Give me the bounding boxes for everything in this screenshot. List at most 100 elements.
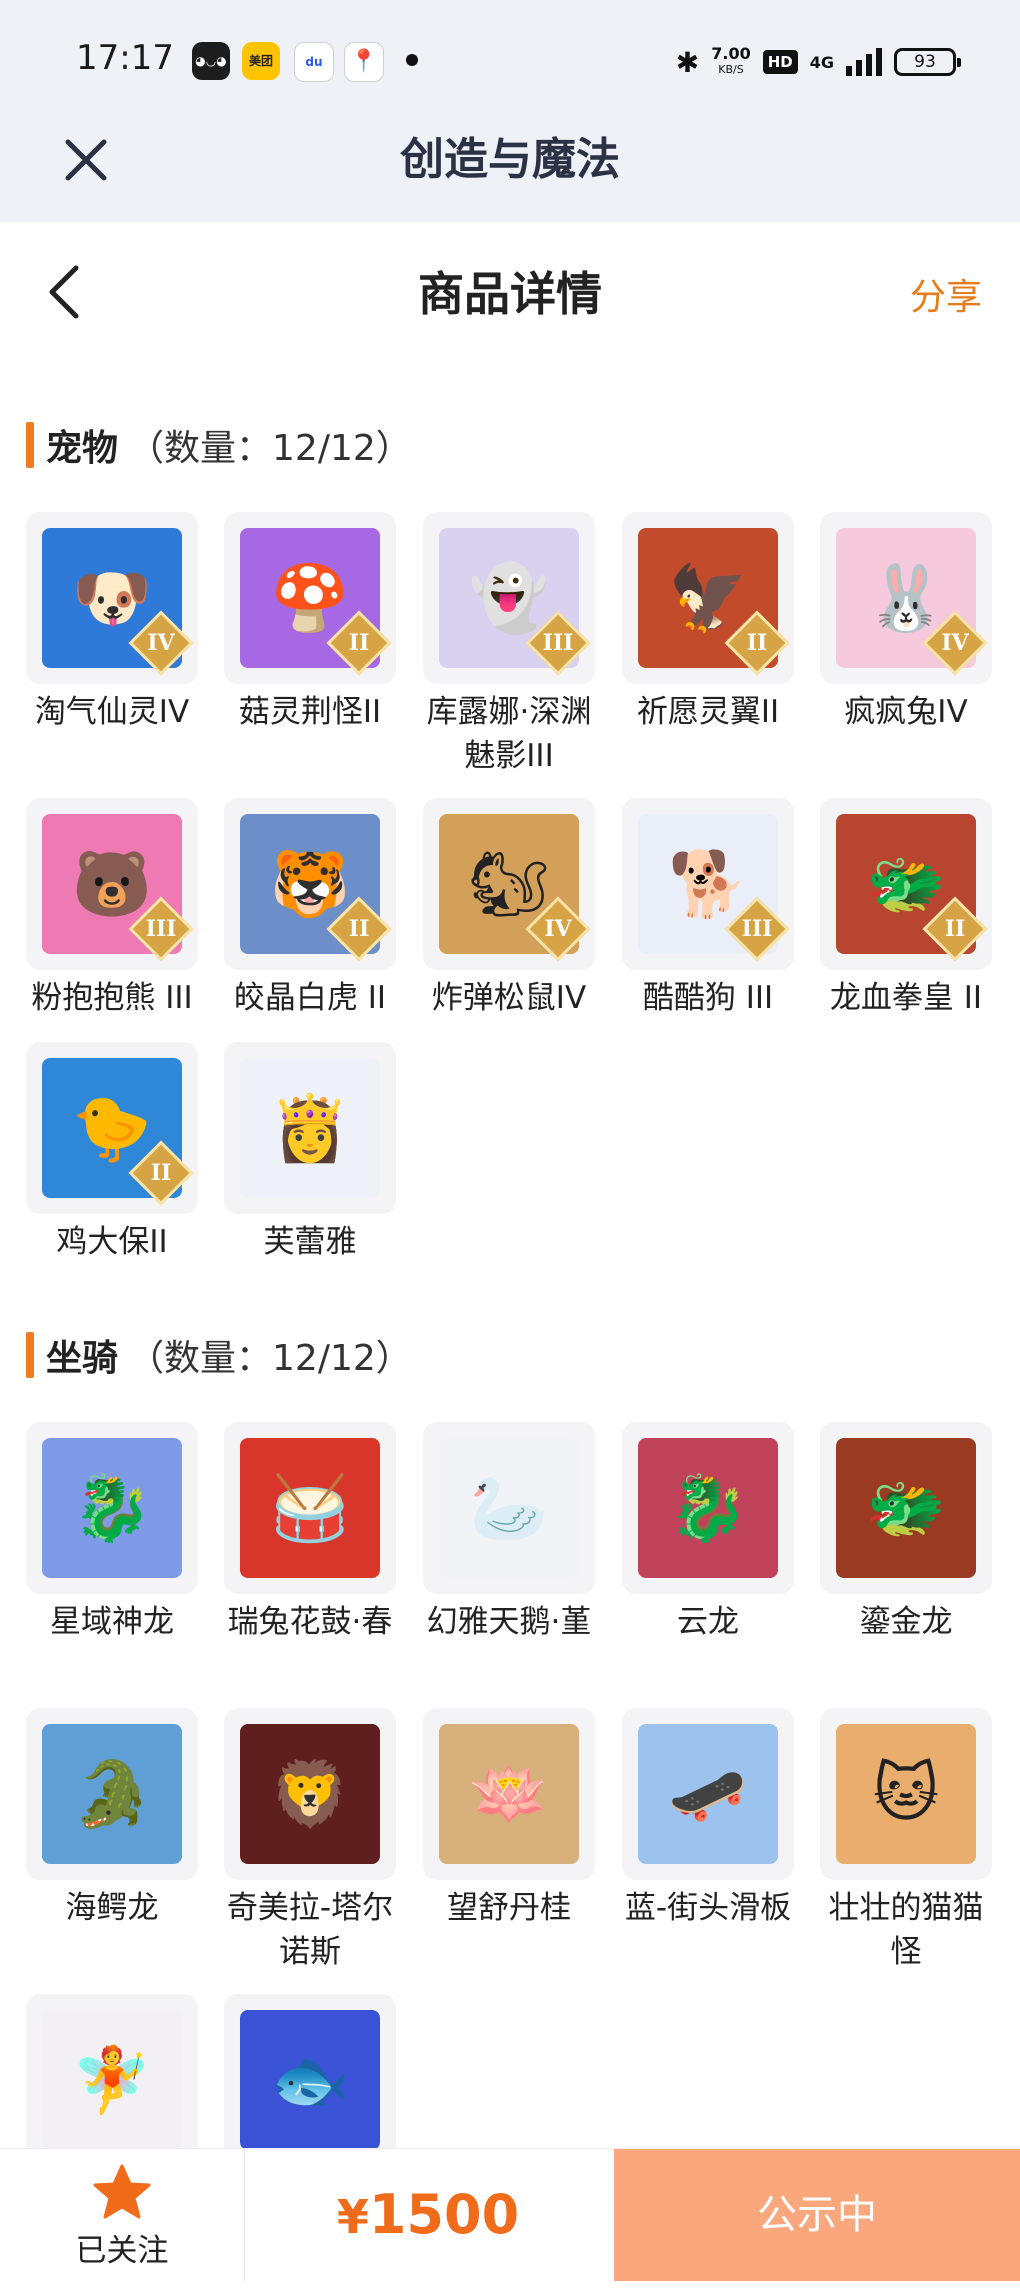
item-name: 祈愿灵翼II [636,694,780,730]
item-name: 星域神龙 [50,1604,174,1640]
item-art-icon: 🦢 [469,1471,549,1546]
map-pin-icon: 📍 [344,42,384,82]
page-header: 商品详情 分享 [0,222,1020,362]
item-card[interactable]: 🐻 III 粉抱抱熊 III [24,798,200,1020]
item-thumbnail: 🐿 IV [423,798,595,970]
item-card[interactable]: 🐲 鎏金龙 [818,1422,994,1644]
item-thumbnail: 🐲 II [820,798,992,970]
item-thumbnail: 🧚 [26,1994,198,2166]
item-thumbnail: 🥁 [224,1422,396,1594]
rank-label: II [150,1160,172,1186]
meituan-app-icon: 美团 [242,42,280,80]
item-card[interactable]: 🐰 IV 疯疯兔IV [818,512,994,734]
item-thumbnail: 🐊 [26,1708,198,1880]
item-name: 奇美拉-塔尔诺斯 [226,1890,394,1970]
network-speed-unit: KB/S [718,63,744,76]
item-thumbnail: 🐲 [820,1422,992,1594]
item-thumbnail: 🐰 IV [820,512,992,684]
network-speed-value: 7.00 [711,44,751,63]
item-card[interactable]: 🦢 幻雅天鹅·堇 [421,1422,597,1644]
item-card[interactable]: 🐉 云龙 [620,1422,796,1644]
item-art-icon: 🐉 [668,1471,748,1546]
bluetooth-icon: ✱ [675,45,700,79]
item-thumbnail: 🐤 II [26,1042,198,1214]
item-art-icon: 🐲 [866,1471,946,1546]
item-card[interactable]: 🥁 瑞兔花鼓·春 [222,1422,398,1644]
item-name: 龙血拳皇 II [829,980,983,1016]
item-thumbnail: 👻 III [423,512,595,684]
item-thumbnail: 🐕 III [622,798,794,970]
status-bar: 17:17 ◕◡◕ 美团 du 📍 ✱ 7.00 KB/S HD 4G 93 [0,0,1020,120]
item-thumbnail: 🐶 IV [26,512,198,684]
item-art-icon: 🐟 [270,2043,350,2118]
item-card[interactable]: 🐿 IV 炸弹松鼠IV [421,798,597,1020]
item-card[interactable]: 🛹 蓝-街头滑板 [620,1708,796,1930]
rank-label: III [145,916,177,942]
item-card[interactable]: 🐤 II 鸡大保II [24,1042,200,1264]
signal-icon [846,48,882,76]
section-count: （数量：12/12） [128,428,412,469]
item-name: 库露娜·深渊魅影III [426,694,592,774]
item-name: 幻雅天鹅·堇 [426,1604,592,1640]
baidu-map-icon: du [294,42,334,82]
item-card[interactable]: 🐯 II 皎晶白虎 II [222,798,398,1020]
item-card[interactable]: 🐶 IV 淘气仙灵IV [24,512,200,734]
price-amount: 1500 [368,2183,520,2246]
item-card[interactable]: 🧚 [24,1994,200,2166]
item-name: 壮壮的猫猫怪 [828,1890,984,1970]
page-title: 商品详情 [418,267,602,321]
app-title: 创造与魔法 [400,134,620,185]
app-bar: 创造与魔法 [0,112,1020,222]
item-card[interactable]: 🐱 壮壮的猫猫怪 [818,1708,994,1974]
item-name: 菇灵荆怪II [238,694,382,730]
rank-label: II [944,916,966,942]
item-card[interactable]: 🐊 海鳄龙 [24,1708,200,1930]
item-art-icon: 🦁 [270,1757,350,1832]
item-name: 芙蕾雅 [263,1224,357,1260]
battery-icon: 93 [894,48,961,76]
item-art-icon: 🪷 [469,1757,549,1832]
public-notice-button[interactable]: 公示中 [614,2149,1020,2281]
battery-level: 93 [914,52,936,72]
star-icon [93,2164,151,2219]
item-name: 云龙 [677,1604,739,1640]
section-header-pets: 宠物 （数量：12/12） [26,420,412,470]
status-time: 17:17 [76,38,174,78]
item-card[interactable]: 👸 芙蕾雅 [222,1042,398,1264]
item-art-icon: 🛹 [668,1757,748,1832]
item-thumbnail: 🐯 II [224,798,396,970]
section-accent [26,422,34,468]
follow-button[interactable]: 已关注 [0,2149,245,2281]
item-card[interactable]: 🪷 望舒丹桂 [421,1708,597,1930]
more-notifications-dot [406,54,418,66]
item-card[interactable]: 🐉 星域神龙 [24,1422,200,1644]
item-card[interactable]: 🐕 III 酷酷狗 III [620,798,796,1020]
item-name: 酷酷狗 III [642,980,774,1016]
item-art-icon: 👸 [270,1091,350,1166]
item-thumbnail: 👸 [224,1042,396,1214]
item-card[interactable]: 🦁 奇美拉-塔尔诺斯 [222,1708,398,1974]
item-card[interactable]: 🍄 II 菇灵荆怪II [222,512,398,734]
status-icons: ✱ 7.00 KB/S HD 4G 93 [675,42,961,82]
item-card[interactable]: 🐲 II 龙血拳皇 II [818,798,994,1020]
price: ¥1500 [244,2149,612,2281]
item-thumbnail: 🐱 [820,1708,992,1880]
item-thumbnail: 🪷 [423,1708,595,1880]
item-card[interactable]: 🦅 II 祈愿灵翼II [620,512,796,734]
section-accent [26,1332,34,1378]
item-thumbnail: 🐟 [224,1994,396,2166]
item-name: 海鳄龙 [65,1890,159,1926]
item-art-icon: 🐊 [72,1757,152,1832]
section-header-mounts: 坐骑 （数量：12/12） [26,1330,412,1380]
item-name: 鸡大保II [56,1224,168,1260]
item-art-icon: 🐉 [72,1471,152,1546]
rank-label: II [746,630,768,656]
section-count: （数量：12/12） [128,1338,412,1379]
rank-label: IV [941,630,969,656]
hd-badge: HD [762,50,798,74]
item-card[interactable]: 🐟 [222,1994,398,2166]
item-card[interactable]: 👻 III 库露娜·深渊魅影III [421,512,597,778]
item-name: 望舒丹桂 [447,1890,571,1926]
share-button[interactable]: 分享 [910,268,982,320]
rank-label: II [348,630,370,656]
